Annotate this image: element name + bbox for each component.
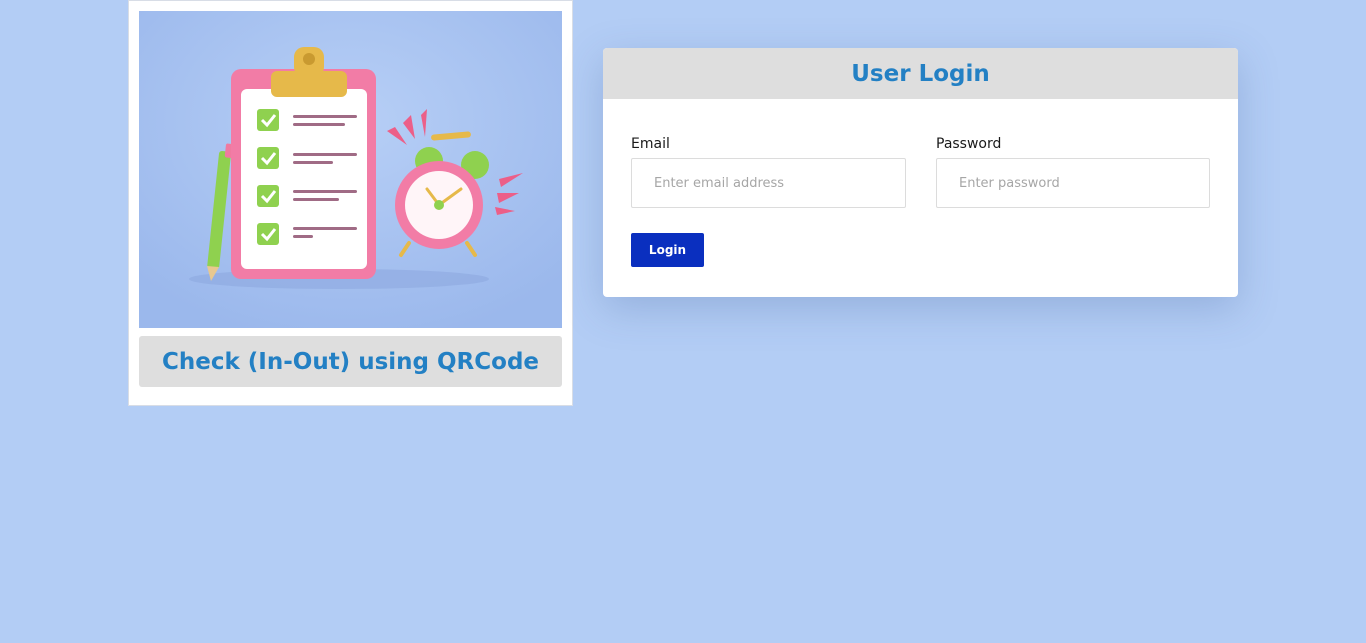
login-card: User Login Email Password Login: [603, 48, 1238, 297]
clipboard-icon: [231, 47, 376, 279]
caption-banner: Check (In-Out) using QRCode: [139, 336, 562, 387]
password-input[interactable]: [936, 158, 1210, 208]
login-button[interactable]: Login: [631, 233, 704, 267]
email-field-group: Email: [631, 136, 906, 208]
checklist-illustration: [139, 11, 562, 328]
login-title: User Login: [851, 60, 990, 87]
email-label: Email: [631, 136, 670, 152]
email-input[interactable]: [631, 158, 906, 208]
left-panel: Check (In-Out) using QRCode: [128, 0, 573, 406]
login-card-header: User Login: [603, 48, 1238, 99]
password-field-group: Password: [936, 136, 1210, 208]
caption-text: Check (In-Out) using QRCode: [161, 348, 540, 375]
clipboard-clock-image: [139, 11, 562, 328]
password-label: Password: [936, 136, 1002, 152]
